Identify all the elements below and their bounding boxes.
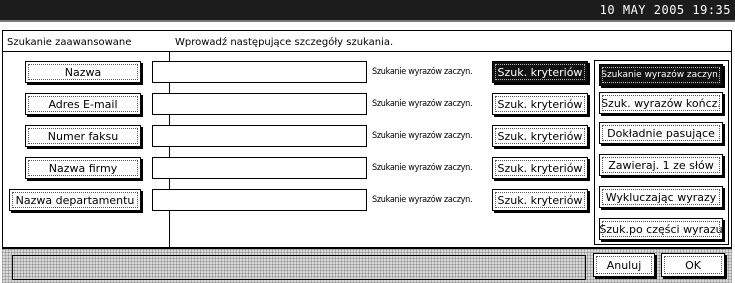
criteria-button-label: Szuk. kryteriów <box>497 97 583 111</box>
criteria-button-company[interactable]: Szuk. kryteriów <box>492 157 588 179</box>
field-button-label: Numer faksu <box>47 129 119 143</box>
option-label: Wykluczając wyrazy <box>605 190 717 204</box>
field-button-company[interactable]: Nazwa firmy <box>25 157 141 179</box>
cancel-button[interactable]: Anuluj <box>593 253 655 277</box>
option-label: Zawieraj. 1 ze słów <box>608 158 714 172</box>
option-ends-with[interactable]: Szuk. wyrazów kończ. <box>599 92 723 114</box>
status-bar: 10 MAY 2005 19:35 <box>0 0 735 22</box>
criteria-button-fax[interactable]: Szuk. kryteriów <box>492 125 588 147</box>
condition-label: Szukanie wyrazów zaczyn. <box>372 163 473 173</box>
option-label: Szuk.po części wyrazu <box>599 222 723 236</box>
footer-message-area <box>12 255 586 280</box>
field-button-name[interactable]: Nazwa <box>25 61 141 83</box>
option-label: Szuk. wyrazów kończ. <box>601 96 721 110</box>
criteria-button-label: Szuk. kryteriów <box>497 161 583 175</box>
option-partial-word[interactable]: Szuk.po części wyrazu <box>599 218 723 240</box>
field-button-label: Nazwa firmy <box>48 161 118 175</box>
option-excluding[interactable]: Wykluczając wyrazy <box>599 186 723 208</box>
criteria-button-email[interactable]: Szuk. kryteriów <box>492 93 588 115</box>
condition-label: Szukanie wyrazów zaczyn. <box>372 131 473 141</box>
ok-label: OK <box>685 258 701 272</box>
criteria-button-department[interactable]: Szuk. kryteriów <box>492 189 588 211</box>
instructions-text: Wprowadź następujące szczegóły szukania. <box>175 37 394 48</box>
criteria-button-name[interactable]: Szuk. kryteriów <box>492 61 588 83</box>
condition-label: Szukanie wyrazów zaczyn. <box>372 99 473 109</box>
field-button-label: Adres E-mail <box>48 97 118 111</box>
criteria-button-label: Szuk. kryteriów <box>497 129 583 143</box>
option-exact-match[interactable]: Dokładnie pasujące <box>599 122 723 144</box>
ok-button[interactable]: OK <box>661 253 725 277</box>
field-button-department[interactable]: Nazwa departamentu <box>9 189 141 211</box>
condition-label: Szukanie wyrazów zaczyn. <box>372 195 473 205</box>
datetime-display: 10 MAY 2005 19:35 <box>599 3 731 17</box>
panel-title: Szukanie zaawansowane <box>7 37 132 48</box>
company-input[interactable] <box>152 157 367 179</box>
department-input[interactable] <box>152 189 367 211</box>
option-begins-with[interactable]: Szukanie wyrazów zaczyn. <box>599 64 723 86</box>
option-contains-one[interactable]: Zawieraj. 1 ze słów <box>599 154 723 176</box>
condition-label: Szukanie wyrazów zaczyn. <box>372 67 473 77</box>
header-divider <box>3 51 731 52</box>
criteria-button-label: Szuk. kryteriów <box>497 65 583 79</box>
fax-input[interactable] <box>152 125 367 147</box>
field-button-email[interactable]: Adres E-mail <box>25 93 141 115</box>
option-label: Dokładnie pasujące <box>607 126 715 140</box>
name-input[interactable] <box>152 61 367 83</box>
criteria-button-label: Szuk. kryteriów <box>497 193 583 207</box>
option-label: Szukanie wyrazów zaczyn. <box>601 70 721 80</box>
field-button-label: Nazwa departamentu <box>15 193 135 207</box>
cancel-label: Anuluj <box>606 258 642 272</box>
field-button-fax[interactable]: Numer faksu <box>25 125 141 147</box>
email-input[interactable] <box>152 93 367 115</box>
field-button-label: Nazwa <box>64 65 102 79</box>
